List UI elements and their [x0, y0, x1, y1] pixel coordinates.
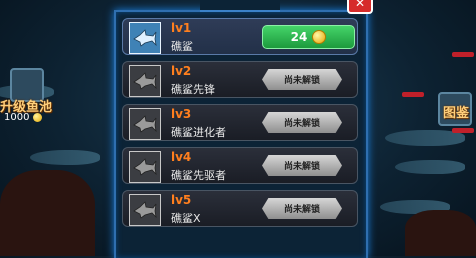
level-row-2: lv2 礁鲨先锋 尚未解锁 [122, 61, 358, 98]
shark-icon [129, 151, 161, 183]
level-number: lv2 [171, 64, 192, 78]
close-button[interactable]: ✕ [347, 0, 373, 14]
level-name: 礁鲨进化者 [171, 126, 226, 139]
close-icon: ✕ [354, 0, 366, 10]
level-number: lv3 [171, 107, 192, 121]
level-number: lv1 [171, 21, 192, 35]
price-value: 24 [290, 30, 308, 44]
background-fish [395, 160, 465, 174]
level-name: 礁鲨X [171, 212, 201, 225]
level-name: 礁鲨 [171, 40, 193, 53]
level-name: 礁鲨先驱者 [171, 169, 226, 182]
level-row-3: lv3 礁鲨进化者 尚未解锁 [122, 104, 358, 141]
background-fish [30, 150, 100, 165]
locked-button[interactable]: 尚未解锁 [262, 69, 342, 90]
gold-coin-icon [32, 112, 42, 122]
locked-button[interactable]: 尚未解锁 [262, 112, 342, 133]
level-number: lv4 [171, 150, 192, 164]
coral-rock [0, 170, 95, 256]
panel-header-bar [200, 0, 280, 12]
locked-button[interactable]: 尚未解锁 [262, 155, 342, 176]
enemy-health-bar [452, 128, 474, 133]
enemy-health-bar [402, 92, 424, 97]
shark-icon [129, 108, 161, 140]
enemy-health-bar [452, 52, 474, 57]
encyclopedia-label: 图鉴 [443, 106, 470, 121]
unlock-price-button[interactable]: 24 [262, 25, 355, 49]
shark-icon [129, 22, 161, 54]
level-number: lv5 [171, 193, 192, 207]
level-row-5: lv5 礁鲨X 尚未解锁 [122, 190, 358, 227]
upgrade-pool-cost: 1000 [4, 112, 42, 123]
shark-icon [129, 65, 161, 97]
coral-rock [405, 210, 476, 256]
level-list: lv1 礁鲨 24 lv2 礁鲨先锋 尚未解锁 lv3 礁鲨进化者 尚未解锁 l… [122, 18, 358, 233]
level-row-4: lv4 礁鲨先驱者 尚未解锁 [122, 147, 358, 184]
level-name: 礁鲨先锋 [171, 83, 215, 96]
gold-coin-icon [312, 30, 327, 44]
upgrade-pool-count: 1000 [4, 112, 30, 123]
level-row-1: lv1 礁鲨 24 [122, 18, 358, 55]
shark-icon [129, 194, 161, 226]
locked-button[interactable]: 尚未解锁 [262, 198, 342, 219]
